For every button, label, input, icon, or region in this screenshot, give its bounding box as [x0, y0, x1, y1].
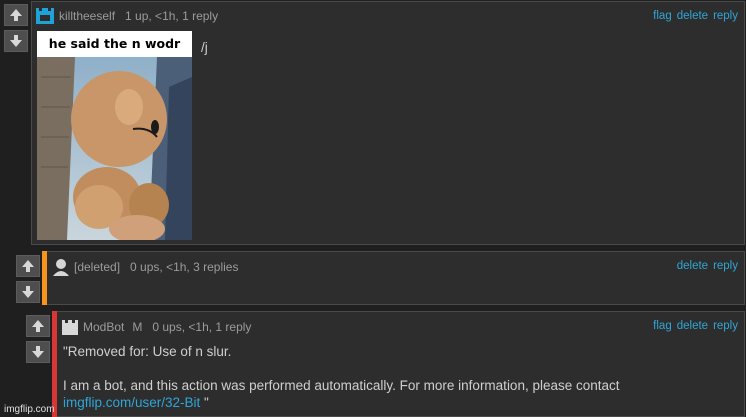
- delete-link[interactable]: delete: [677, 320, 708, 332]
- bot-notice-text: I am a bot, and this action was performe…: [63, 378, 620, 393]
- meme-image[interactable]: he said the n wodr: [37, 31, 192, 240]
- vote-controls: [16, 255, 40, 303]
- balloon-photo: [37, 57, 192, 240]
- user-placeholder-icon: [53, 259, 69, 276]
- robot-avatar[interactable]: [61, 318, 79, 336]
- comment: ModBot M 0 ups, <1h, 1 reply flag delete…: [52, 311, 745, 417]
- meme-caption: he said the n wodr: [37, 31, 192, 57]
- accent-bar: [42, 251, 47, 305]
- avatar[interactable]: [35, 7, 55, 25]
- comment-meta: 0 ups, <1h, 3 replies: [130, 260, 239, 274]
- delete-link[interactable]: delete: [677, 260, 708, 272]
- arrow-up-icon: [10, 9, 22, 21]
- upvote-button[interactable]: [26, 315, 50, 337]
- arrow-up-icon: [22, 260, 34, 272]
- comment: [deleted] 0 ups, <1h, 3 replies delete r…: [42, 251, 745, 305]
- username[interactable]: ModBot: [83, 320, 124, 334]
- downvote-button[interactable]: [16, 281, 40, 303]
- contact-link[interactable]: imgflip.com/user/32-Bit: [63, 395, 200, 410]
- username: [deleted]: [74, 260, 121, 274]
- upvote-button[interactable]: [16, 255, 40, 277]
- vote-controls: [26, 315, 50, 363]
- arrow-up-icon: [32, 320, 44, 332]
- username[interactable]: killtheeself: [59, 9, 115, 23]
- upvote-button[interactable]: [4, 4, 28, 26]
- comment-text: "Removed for: Use of n slur. I am a bot,…: [63, 343, 733, 411]
- reply-link[interactable]: reply: [713, 320, 738, 332]
- comment-header: ModBot M 0 ups, <1h, 1 reply: [61, 318, 251, 336]
- comment-actions: flag delete reply: [653, 320, 738, 332]
- imgflip-watermark: imgflip.com: [4, 404, 55, 415]
- flag-link[interactable]: flag: [653, 10, 672, 22]
- arrow-down-icon: [32, 346, 44, 358]
- removal-reason: "Removed for: Use of n slur.: [63, 344, 232, 359]
- downvote-button[interactable]: [26, 341, 50, 363]
- comment-text: /j: [201, 40, 208, 55]
- downvote-button[interactable]: [4, 30, 28, 52]
- comment-actions: flag delete reply: [653, 10, 738, 22]
- comment-meta: 1 up, <1h, 1 reply: [125, 9, 219, 23]
- reply-link[interactable]: reply: [713, 260, 738, 272]
- delete-link[interactable]: delete: [677, 10, 708, 22]
- comment-header: killtheeself 1 up, <1h, 1 reply: [35, 7, 218, 25]
- comment-actions: delete reply: [677, 260, 738, 272]
- mod-badge: M: [132, 320, 143, 334]
- vote-controls: [4, 4, 28, 52]
- bot-notice: I am a bot, and this action was performe…: [63, 377, 733, 411]
- closing-quote: ": [200, 395, 209, 410]
- comment-header: [deleted] 0 ups, <1h, 3 replies: [52, 258, 238, 276]
- arrow-down-icon: [22, 286, 34, 298]
- accent-bar: [52, 311, 57, 417]
- arrow-down-icon: [10, 35, 22, 47]
- comment-meta: 0 ups, <1h, 1 reply: [152, 320, 252, 334]
- reply-link[interactable]: reply: [713, 10, 738, 22]
- flag-link[interactable]: flag: [653, 320, 672, 332]
